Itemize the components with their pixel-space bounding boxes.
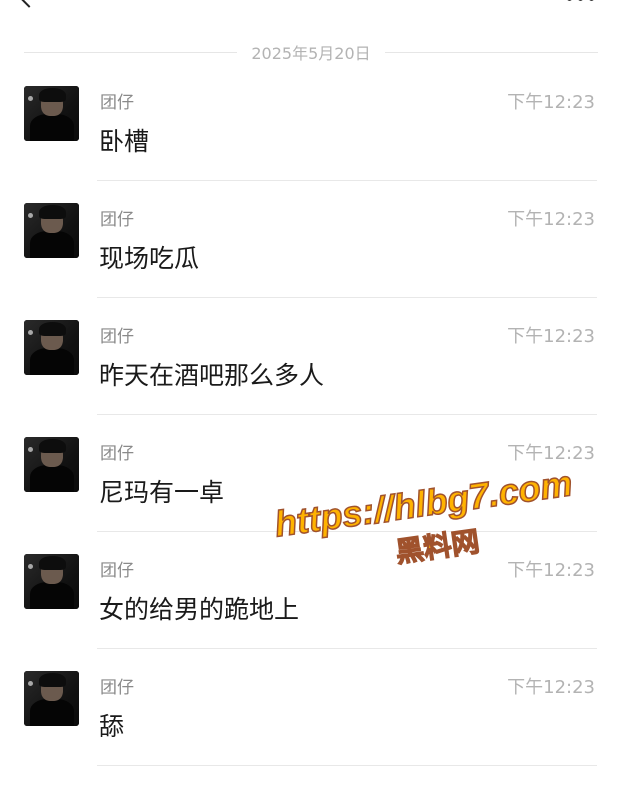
avatar[interactable] (24, 671, 79, 726)
message-separator (97, 180, 597, 181)
message-text: 舔 (99, 712, 125, 741)
message-item[interactable]: 团仔 下午12:23 现场吃瓜 (0, 203, 620, 320)
avatar[interactable] (24, 320, 79, 375)
message-text: 女的给男的跪地上 (99, 595, 300, 624)
message-item[interactable]: 团仔 下午12:23 卧槽 (0, 86, 620, 203)
sender-name: 团仔 (100, 678, 134, 698)
message-text: 现场吃瓜 (99, 244, 200, 273)
message-time: 下午12:23 (507, 560, 595, 581)
message-text: 尼玛有一卓 (99, 478, 225, 507)
avatar[interactable] (24, 554, 79, 609)
message-separator (97, 297, 597, 298)
sender-name: 团仔 (100, 561, 134, 581)
message-separator (97, 414, 597, 415)
sender-name: 团仔 (100, 327, 134, 347)
more-dots-icon[interactable] (567, 0, 594, 1)
message-time: 下午12:23 (507, 677, 595, 698)
sender-name: 团仔 (100, 210, 134, 230)
message-time: 下午12:23 (507, 326, 595, 347)
message-item[interactable]: 团仔 下午12:23 女的给男的跪地上 (0, 554, 620, 671)
message-item[interactable]: 团仔 下午12:23 舔 (0, 671, 620, 788)
sender-name: 团仔 (100, 93, 134, 113)
message-separator (97, 531, 597, 532)
message-separator (97, 648, 597, 649)
message-item[interactable]: 团仔 下午12:23 尼玛有一卓 (0, 437, 620, 554)
date-divider: 2025年5月20日 (24, 40, 599, 64)
sender-name: 团仔 (100, 444, 134, 464)
message-text: 昨天在酒吧那么多人 (99, 361, 325, 390)
avatar[interactable] (24, 203, 79, 258)
divider-line-left (24, 51, 238, 53)
date-label: 2025年5月20日 (251, 44, 371, 63)
message-text: 卧槽 (99, 127, 150, 156)
message-separator (97, 765, 597, 766)
divider-line-right (384, 51, 599, 53)
message-time: 下午12:23 (507, 92, 595, 113)
message-item[interactable]: 团仔 下午12:23 昨天在酒吧那么多人 (0, 320, 620, 437)
message-time: 下午12:23 (507, 209, 595, 230)
avatar[interactable] (24, 86, 79, 141)
avatar[interactable] (24, 437, 79, 492)
message-time: 下午12:23 (507, 443, 595, 464)
top-bar (0, 0, 620, 20)
back-chevron-icon[interactable] (16, 0, 42, 8)
